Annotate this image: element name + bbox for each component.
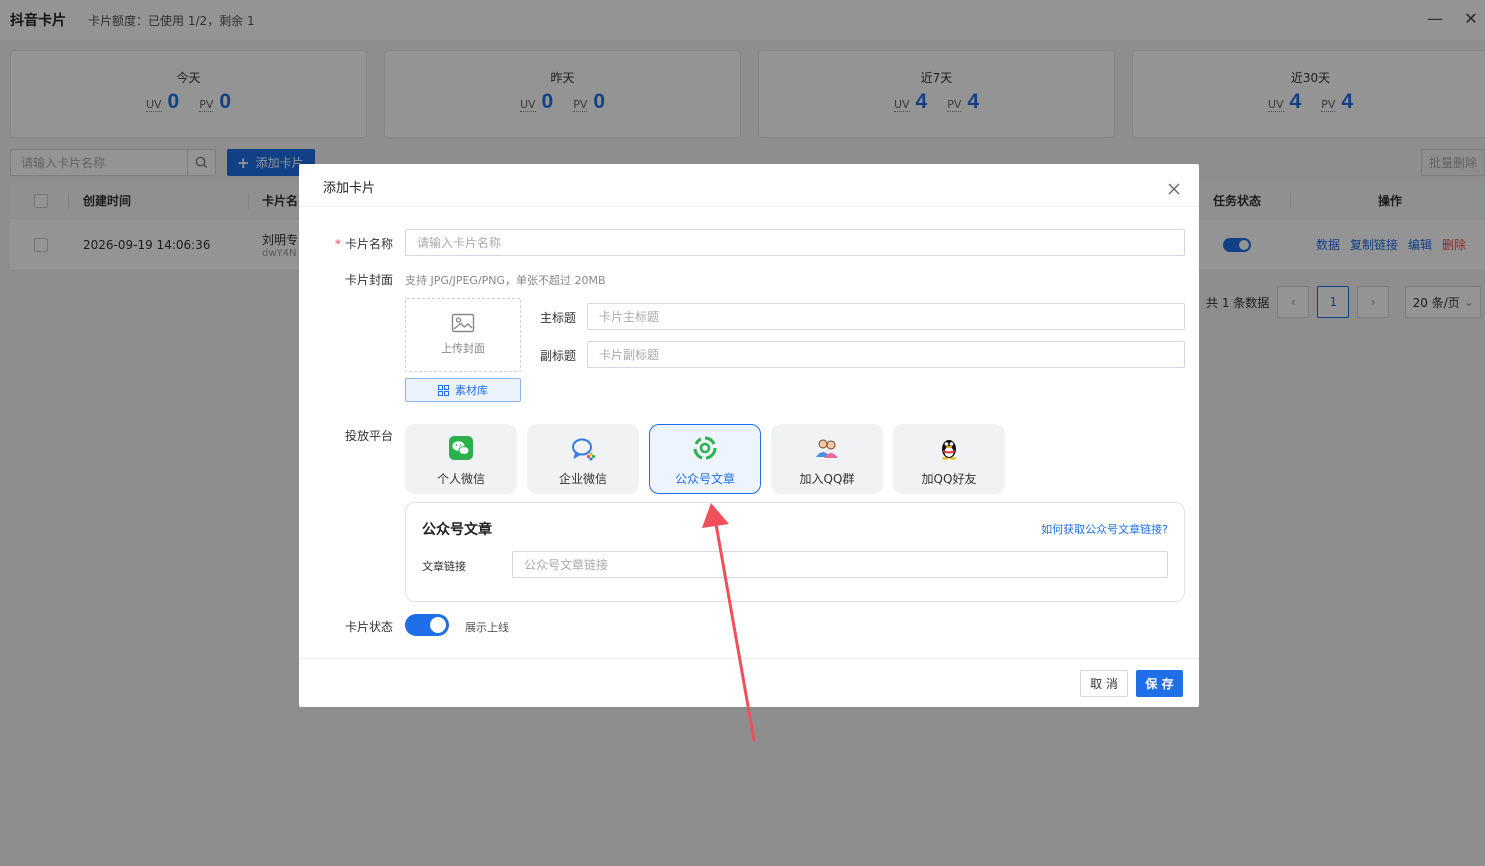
sub-title-label: 副标题 [540, 349, 577, 363]
main-title-label: 主标题 [540, 311, 577, 325]
platform-qq-group[interactable]: 加入QQ群 [771, 424, 883, 494]
card-name-input[interactable] [405, 229, 1185, 256]
wechat-icon [449, 436, 473, 460]
qq-group-icon [816, 439, 838, 458]
sub-title-input[interactable] [587, 341, 1185, 368]
add-card-dialog: 添加卡片 *卡片名称 卡片封面 支持 JPG/JPEG/PNG，单张不超过 20… [299, 164, 1199, 707]
platform-qq-friend[interactable]: 加QQ好友 [893, 424, 1005, 494]
upload-cover-label: 上传封面 [441, 342, 485, 355]
dialog-footer: 取 消 保 存 [299, 658, 1199, 707]
platform-official-account[interactable]: 公众号文章 [649, 424, 761, 494]
qq-penguin-icon [942, 440, 956, 460]
grid-icon [438, 384, 449, 396]
article-help-link[interactable]: 如何获取公众号文章链接? [1041, 521, 1168, 537]
platform-wechat[interactable]: 个人微信 [405, 424, 517, 494]
card-status-text: 展示上线 [465, 621, 509, 634]
article-link-label: 文章链接 [422, 560, 466, 573]
card-status-switch[interactable] [405, 614, 449, 636]
platform-wecom[interactable]: 企业微信 [527, 424, 639, 494]
card-status-label: 卡片状态 [344, 620, 393, 634]
card-name-label: * 卡片名称 [334, 237, 393, 251]
article-link-input[interactable] [512, 551, 1168, 578]
main-title-input[interactable] [587, 303, 1185, 330]
save-button[interactable]: 保 存 [1136, 670, 1183, 697]
upload-cover-button[interactable]: 上传封面 [405, 298, 521, 372]
official-account-icon [693, 436, 717, 460]
platform-label: 投放平台 [344, 429, 393, 443]
article-panel-title: 公众号文章 [422, 522, 492, 538]
platform-label-text: 加QQ好友 [921, 472, 977, 486]
material-library-button[interactable]: 素材库 [405, 378, 521, 402]
platform-label-text: 加入QQ群 [799, 472, 855, 486]
image-icon [451, 313, 475, 333]
cancel-button[interactable]: 取 消 [1080, 670, 1128, 697]
article-panel: 公众号文章 如何获取公众号文章链接? 文章链接 [405, 502, 1185, 602]
wecom-icon [572, 438, 596, 461]
dialog-header: 添加卡片 [299, 164, 1199, 207]
platform-label-text: 公众号文章 [674, 472, 735, 486]
platform-label-text: 企业微信 [558, 472, 607, 486]
material-library-label: 素材库 [455, 384, 488, 397]
cover-hint: 支持 JPG/JPEG/PNG，单张不超过 20MB [405, 274, 606, 287]
close-icon[interactable] [1167, 182, 1181, 196]
dialog-title: 添加卡片 [323, 181, 376, 196]
platform-label-text: 个人微信 [436, 472, 485, 486]
card-cover-label: 卡片封面 [344, 273, 393, 287]
